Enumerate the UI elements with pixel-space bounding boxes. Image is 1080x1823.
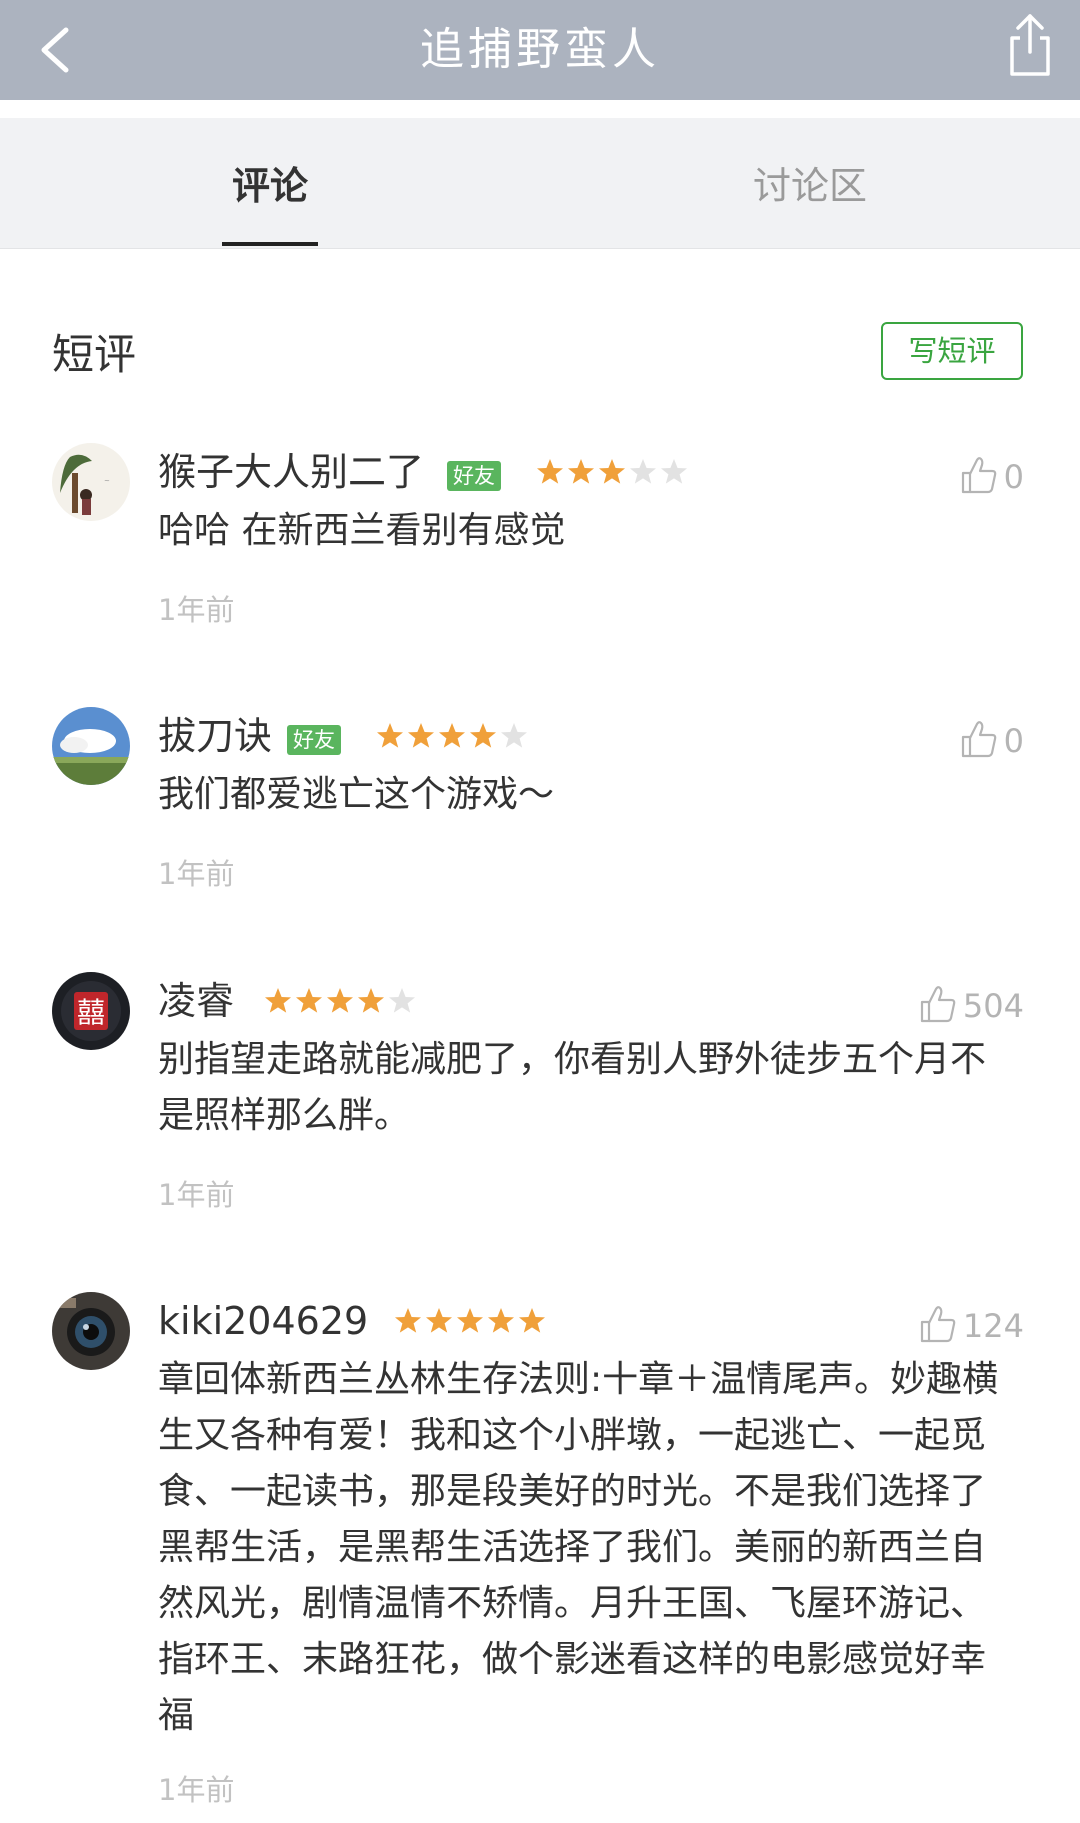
like-button[interactable]: 124 — [919, 1304, 1024, 1348]
star-rating — [375, 721, 530, 757]
like-count: 0 — [1003, 722, 1024, 760]
svg-text:~: ~ — [104, 477, 110, 485]
avatar[interactable]: 囍 — [52, 972, 130, 1050]
comment-time: 1年前 — [158, 1178, 235, 1212]
like-button[interactable]: 504 — [919, 984, 1024, 1028]
thumbs-up-icon — [960, 719, 998, 759]
nav-bar: 追捕野蛮人 — [0, 0, 1080, 100]
comment-text: 章回体新西兰丛林生存法则:十章＋温情尾声。妙趣横生又各种有爱！我和这个小胖墩，一… — [158, 1359, 999, 1736]
comment-author[interactable]: 猴子大人别二了 — [158, 447, 424, 497]
star-filled-icon — [597, 457, 627, 487]
star-filled-icon — [406, 721, 436, 751]
avatar[interactable]: ~ — [52, 443, 130, 521]
comment-text: 别指望走路就能减肥了，你看别人野外徒步五个月不是照样那么胖。 — [158, 1039, 987, 1136]
star-filled-icon — [468, 721, 498, 751]
write-short-review-button[interactable]: 写短评 — [881, 322, 1023, 380]
thumbs-up-icon — [960, 455, 998, 495]
star-filled-icon — [263, 986, 293, 1016]
like-count: 0 — [1003, 458, 1024, 496]
tab-comments[interactable]: 评论 — [150, 156, 390, 216]
star-empty-icon — [659, 457, 689, 487]
comment-item: ~ 猴子大人别二了 好友 0 哈哈 在新西兰看别有感觉 1年前 — [0, 443, 1080, 643]
like-button[interactable]: 0 — [960, 719, 1024, 763]
thumbs-up-icon — [919, 1304, 957, 1344]
section-title: 短评 — [52, 330, 137, 379]
star-filled-icon — [437, 721, 467, 751]
star-filled-icon — [486, 1306, 516, 1336]
comment-item: 囍 凌睿 504 别指望走路就能减肥了，你看别人野外徒步五个月不是照样那么胖。 … — [0, 972, 1080, 1232]
comment-item: kiki204629 124 章回体新西兰丛林生存法则:十章＋温情尾声。妙趣横生… — [0, 1292, 1080, 1822]
comment-item: 拔刀诀 好友 0 我们都爱逃亡这个游戏～ 1年前 — [0, 707, 1080, 907]
friend-badge: 好友 — [287, 725, 341, 755]
share-icon[interactable] — [1000, 10, 1060, 80]
like-count: 124 — [962, 1307, 1024, 1345]
comment-time: 1年前 — [158, 593, 235, 627]
page-title: 追捕野蛮人 — [420, 24, 660, 75]
svg-text:囍: 囍 — [77, 996, 105, 1029]
comment-text: 哈哈 在新西兰看别有感觉 — [158, 510, 566, 551]
avatar[interactable] — [52, 1292, 130, 1370]
star-filled-icon — [455, 1306, 485, 1336]
star-filled-icon — [294, 986, 324, 1016]
avatar[interactable] — [52, 707, 130, 785]
comment-author[interactable]: kiki204629 — [158, 1296, 368, 1346]
star-empty-icon — [499, 721, 529, 751]
comment-time: 1年前 — [158, 1773, 235, 1807]
star-filled-icon — [517, 1306, 547, 1336]
tab-discussion[interactable]: 讨论区 — [690, 156, 930, 216]
star-rating — [263, 986, 418, 1022]
star-filled-icon — [325, 986, 355, 1016]
tab-bar: 评论 讨论区 — [0, 118, 1080, 249]
active-tab-indicator — [222, 242, 318, 246]
comment-author[interactable]: 拔刀诀 — [158, 711, 272, 761]
nav-spacer — [0, 100, 1080, 118]
like-count: 504 — [962, 987, 1024, 1025]
star-rating — [535, 457, 690, 493]
comment-text: 我们都爱逃亡这个游戏～ — [158, 774, 555, 815]
friend-badge: 好友 — [447, 461, 501, 491]
comment-author[interactable]: 凌睿 — [158, 976, 234, 1026]
like-button[interactable]: 0 — [960, 455, 1024, 499]
star-empty-icon — [628, 457, 658, 487]
star-filled-icon — [375, 721, 405, 751]
star-filled-icon — [535, 457, 565, 487]
star-filled-icon — [566, 457, 596, 487]
star-empty-icon — [387, 986, 417, 1016]
thumbs-up-icon — [919, 984, 957, 1024]
star-filled-icon — [424, 1306, 454, 1336]
comment-time: 1年前 — [158, 857, 235, 891]
star-rating — [393, 1306, 548, 1342]
back-chevron-icon[interactable] — [28, 18, 92, 82]
star-filled-icon — [393, 1306, 423, 1336]
star-filled-icon — [356, 986, 386, 1016]
